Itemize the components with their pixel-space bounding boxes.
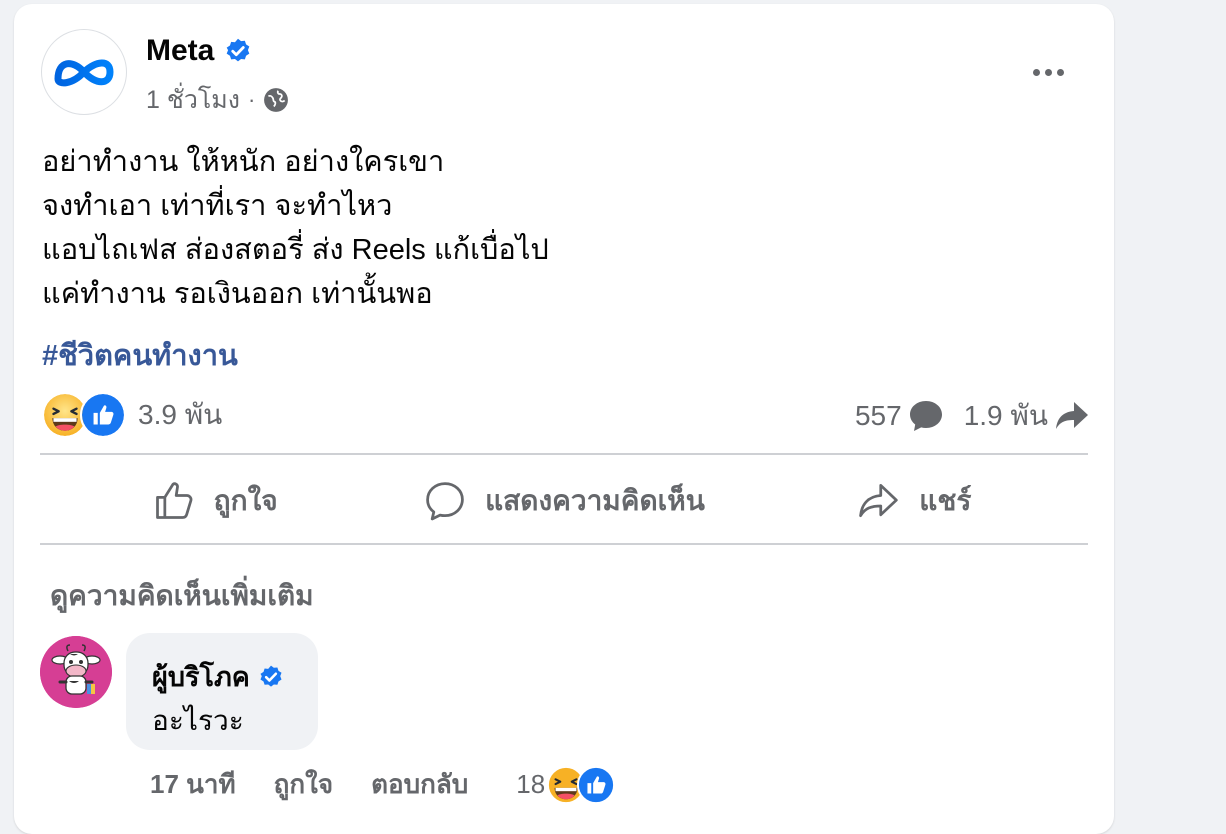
post-actions: ถูกใจ แสดงความคิดเห็น แชร์ <box>40 456 1088 546</box>
actions-divider <box>40 543 1088 545</box>
like-label: ถูกใจ <box>213 485 278 516</box>
post-card: Meta 1 ชั่วโมง · อย่าทำงาน ให้หนัก อย่าง… <box>14 4 1114 834</box>
reaction-summary[interactable]: 3.9 พัน <box>42 392 222 438</box>
comment-reactions[interactable]: 18 <box>516 765 616 804</box>
reaction-count: 3.9 พัน <box>138 399 223 430</box>
post-line: แอบไถเฟส ส่องสตอรี่ ส่ง Reels แก้เบื่อไป <box>42 234 549 266</box>
stats-divider <box>40 453 1088 455</box>
comment-bubble: ผู้บริโภค อะไรวะ <box>126 633 318 750</box>
share-arrow-icon <box>1056 402 1088 429</box>
comment-author[interactable]: ผู้บริโภค <box>152 655 250 698</box>
more-options-button[interactable] <box>1016 52 1080 92</box>
page-avatar[interactable] <box>41 29 127 115</box>
post-text: อย่าทำงาน ให้หนัก อย่างใครเขา จงทำเอา เท… <box>42 140 549 316</box>
comment-button[interactable]: แสดงความคิดเห็น <box>389 456 738 546</box>
comment-time[interactable]: 17 นาที <box>150 764 236 805</box>
globe-icon <box>264 88 289 112</box>
share-button[interactable]: แชร์ <box>739 456 1088 546</box>
post-timestamp[interactable]: 1 ชั่วโมง <box>146 80 240 120</box>
page-name[interactable]: Meta <box>146 34 214 68</box>
comment-avatar[interactable] <box>40 636 112 708</box>
comment-count-value: 557 <box>854 400 902 431</box>
share-count[interactable]: 1.9 พัน <box>964 394 1090 438</box>
comment-text: อะไรวะ <box>152 705 244 736</box>
meta-logo-icon <box>54 59 114 87</box>
comment-like-button[interactable]: ถูกใจ <box>274 764 333 805</box>
hashtag-link[interactable]: #ชีวิตคนทำงาน <box>42 332 238 378</box>
cow-mascot-icon <box>40 636 112 708</box>
like-button[interactable]: ถูกใจ <box>40 456 389 546</box>
post-line: อย่าทำงาน ให้หนัก อย่างใครเขา <box>42 146 445 178</box>
share-icon <box>859 484 898 518</box>
comment-reaction-count: 18 <box>516 769 546 799</box>
comment-count[interactable]: 557 <box>855 399 944 433</box>
verified-badge-icon <box>260 665 282 687</box>
thumbs-up-icon <box>155 482 193 519</box>
meta-separator: · <box>247 87 256 112</box>
share-label: แชร์ <box>919 485 972 516</box>
comment-actions: 17 นาที ถูกใจ ตอบกลับ 18 <box>150 764 616 805</box>
comment-icon <box>426 482 464 521</box>
like-reaction-icon <box>577 765 616 804</box>
post-line: จงทำเอา เท่าที่เรา จะทำไหว <box>42 190 393 222</box>
comment-reply-button[interactable]: ตอบกลับ <box>371 764 468 805</box>
comment-label: แสดงความคิดเห็น <box>485 485 705 516</box>
post-line: แค่ทำงาน รอเงินออก เท่านั้นพอ <box>42 278 433 310</box>
more-options-icon <box>1032 68 1040 76</box>
like-reaction-icon <box>80 392 126 438</box>
view-more-comments-link[interactable]: ดูความคิดเห็นเพิ่มเติม <box>50 574 314 618</box>
verified-badge-icon <box>227 38 250 62</box>
comment-bubble-icon <box>909 401 942 431</box>
share-count-value: 1.9 พัน <box>963 400 1048 431</box>
